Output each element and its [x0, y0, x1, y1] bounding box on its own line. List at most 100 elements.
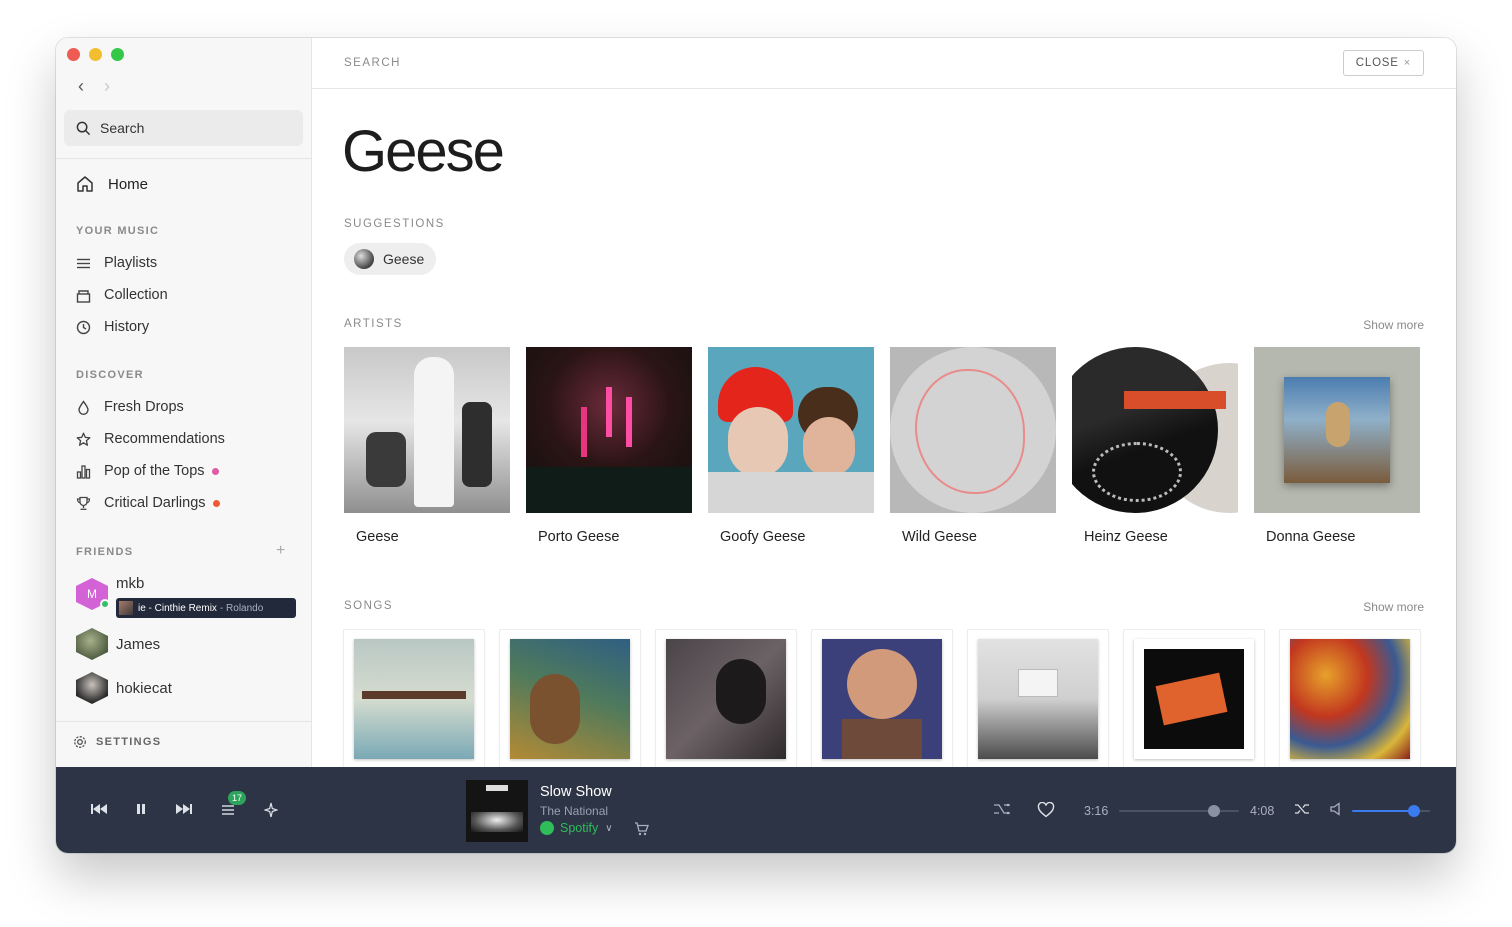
next-track-icon[interactable]: [176, 802, 192, 816]
artist-image: [1254, 347, 1420, 513]
progress-bar[interactable]: [1119, 810, 1239, 812]
friend-name: James: [116, 635, 161, 653]
album-cover: [822, 639, 942, 759]
home-icon: [77, 176, 93, 192]
song-card[interactable]: [656, 630, 796, 767]
section-title-your-music: YOUR MUSIC: [76, 225, 160, 237]
shuffle-icon[interactable]: [1294, 802, 1310, 816]
album-cover: [666, 639, 786, 759]
minimize-window-button[interactable]: [89, 48, 102, 61]
sidebar-item-label: Pop of the Tops: [104, 463, 205, 479]
source-label: Spotify: [560, 821, 599, 835]
forward-arrow-icon[interactable]: ›: [104, 76, 110, 97]
song-card[interactable]: [1124, 630, 1264, 767]
history-nav: ‹ ›: [78, 76, 110, 97]
sidebar-item-label: Fresh Drops: [104, 399, 184, 415]
add-friend-icon[interactable]: +: [276, 542, 285, 560]
sidebar-item-label: Recommendations: [104, 431, 225, 447]
sidebar-item-playlists[interactable]: Playlists: [76, 255, 157, 271]
friend-now-playing[interactable]: ie - Cinthie Remix - Rolando: [116, 598, 296, 618]
artist-card[interactable]: Geese: [344, 347, 510, 545]
bar-chart-icon: [76, 464, 91, 479]
close-window-button[interactable]: [67, 48, 80, 61]
artist-name: Heinz Geese: [1084, 529, 1168, 545]
now-playing-track: ie - Cinthie Remix: [138, 602, 217, 614]
source-selector[interactable]: Spotify ∨: [540, 821, 613, 835]
progress-handle[interactable]: [1207, 805, 1220, 817]
volume-handle[interactable]: [1408, 805, 1421, 817]
close-icon: ×: [1403, 57, 1411, 69]
now-playing-artist[interactable]: The National: [540, 804, 608, 818]
artist-card[interactable]: Donna Geese: [1254, 347, 1420, 545]
sidebar-item-history[interactable]: History: [76, 319, 149, 335]
player-bar: 17 Slow Show The National Spotify ∨ 3:16…: [56, 767, 1456, 853]
suggestions-heading: SUGGESTIONS: [344, 218, 445, 230]
share-icon[interactable]: [993, 802, 1011, 816]
suggestion-chip[interactable]: Geese: [344, 243, 437, 275]
sidebar-item-label: Home: [108, 175, 149, 193]
artist-card[interactable]: Wild Geese: [890, 347, 1056, 545]
trophy-icon: [76, 496, 91, 510]
search-query-title: Geese: [342, 119, 505, 184]
song-card[interactable]: [500, 630, 640, 767]
friend-hokiecat[interactable]: hokiecat: [76, 672, 172, 704]
album-thumbnail: [119, 601, 133, 615]
artist-card[interactable]: Goofy Geese: [708, 347, 874, 545]
sidebar-item-label: Collection: [104, 287, 168, 303]
clock-icon: [76, 320, 91, 334]
sidebar-item-home[interactable]: Home: [76, 175, 148, 193]
artist-card[interactable]: Heinz Geese: [1072, 347, 1238, 545]
album-cover: [354, 639, 474, 759]
close-search-button[interactable]: CLOSE ×: [1342, 50, 1424, 76]
settings-label: SETTINGS: [96, 736, 162, 748]
zoom-window-button[interactable]: [111, 48, 124, 61]
album-cover: [1134, 639, 1254, 759]
section-title-friends: FRIENDS: [76, 546, 134, 558]
queue-count-badge: 17: [228, 791, 246, 805]
sidebar-item-collection[interactable]: Collection: [76, 287, 168, 303]
previous-track-icon[interactable]: [91, 802, 107, 816]
search-icon: [76, 121, 91, 135]
suggestion-avatar: [354, 249, 374, 269]
volume-icon[interactable]: [1330, 802, 1346, 816]
song-card[interactable]: [344, 630, 484, 767]
sidebar-item-recommendations[interactable]: Recommendations: [76, 431, 225, 447]
star-icon: [76, 432, 91, 446]
avatar: [76, 672, 108, 704]
suggestion-label: Geese: [383, 251, 425, 267]
elapsed-time: 3:16: [1084, 804, 1109, 818]
top-bar: SEARCH CLOSE ×: [312, 38, 1456, 89]
sidebar-item-fresh-drops[interactable]: Fresh Drops: [76, 399, 184, 415]
songs-show-more-link[interactable]: Show more: [1363, 600, 1424, 614]
artist-name: Goofy Geese: [720, 529, 806, 545]
friend-james[interactable]: James: [76, 628, 160, 660]
songs-heading: SONGS: [344, 600, 394, 612]
artist-card[interactable]: Porto Geese: [526, 347, 692, 545]
cart-icon[interactable]: [634, 822, 649, 836]
song-card[interactable]: [1280, 630, 1420, 767]
new-indicator-dot: [212, 499, 220, 507]
search-input[interactable]: Search: [64, 110, 303, 146]
song-card[interactable]: [968, 630, 1108, 767]
album-cover: [510, 639, 630, 759]
heart-icon[interactable]: [1037, 802, 1055, 818]
close-label: CLOSE: [1355, 57, 1399, 69]
window-controls: [67, 48, 124, 61]
artist-image: [708, 347, 874, 513]
sidebar-item-critical-darlings[interactable]: Critical Darlings: [76, 495, 220, 511]
song-card[interactable]: [812, 630, 952, 767]
now-playing-cover[interactable]: [466, 780, 528, 842]
pause-icon[interactable]: [136, 802, 146, 816]
app-window: ‹ › Search Home YOUR MUSIC Playlists Col…: [56, 38, 1456, 853]
artist-name: Porto Geese: [538, 529, 620, 545]
album-cover: [1290, 639, 1410, 759]
sparkle-icon[interactable]: [264, 802, 278, 818]
settings-button[interactable]: SETTINGS: [73, 735, 161, 749]
artist-image: [344, 347, 510, 513]
artists-show-more-link[interactable]: Show more: [1363, 318, 1424, 332]
sidebar-item-pop-of-the-tops[interactable]: Pop of the Tops: [76, 463, 219, 479]
now-playing-title[interactable]: Slow Show: [540, 784, 612, 800]
artist-name: Geese: [356, 529, 399, 545]
list-icon: [77, 258, 90, 268]
back-arrow-icon[interactable]: ‹: [78, 76, 84, 97]
